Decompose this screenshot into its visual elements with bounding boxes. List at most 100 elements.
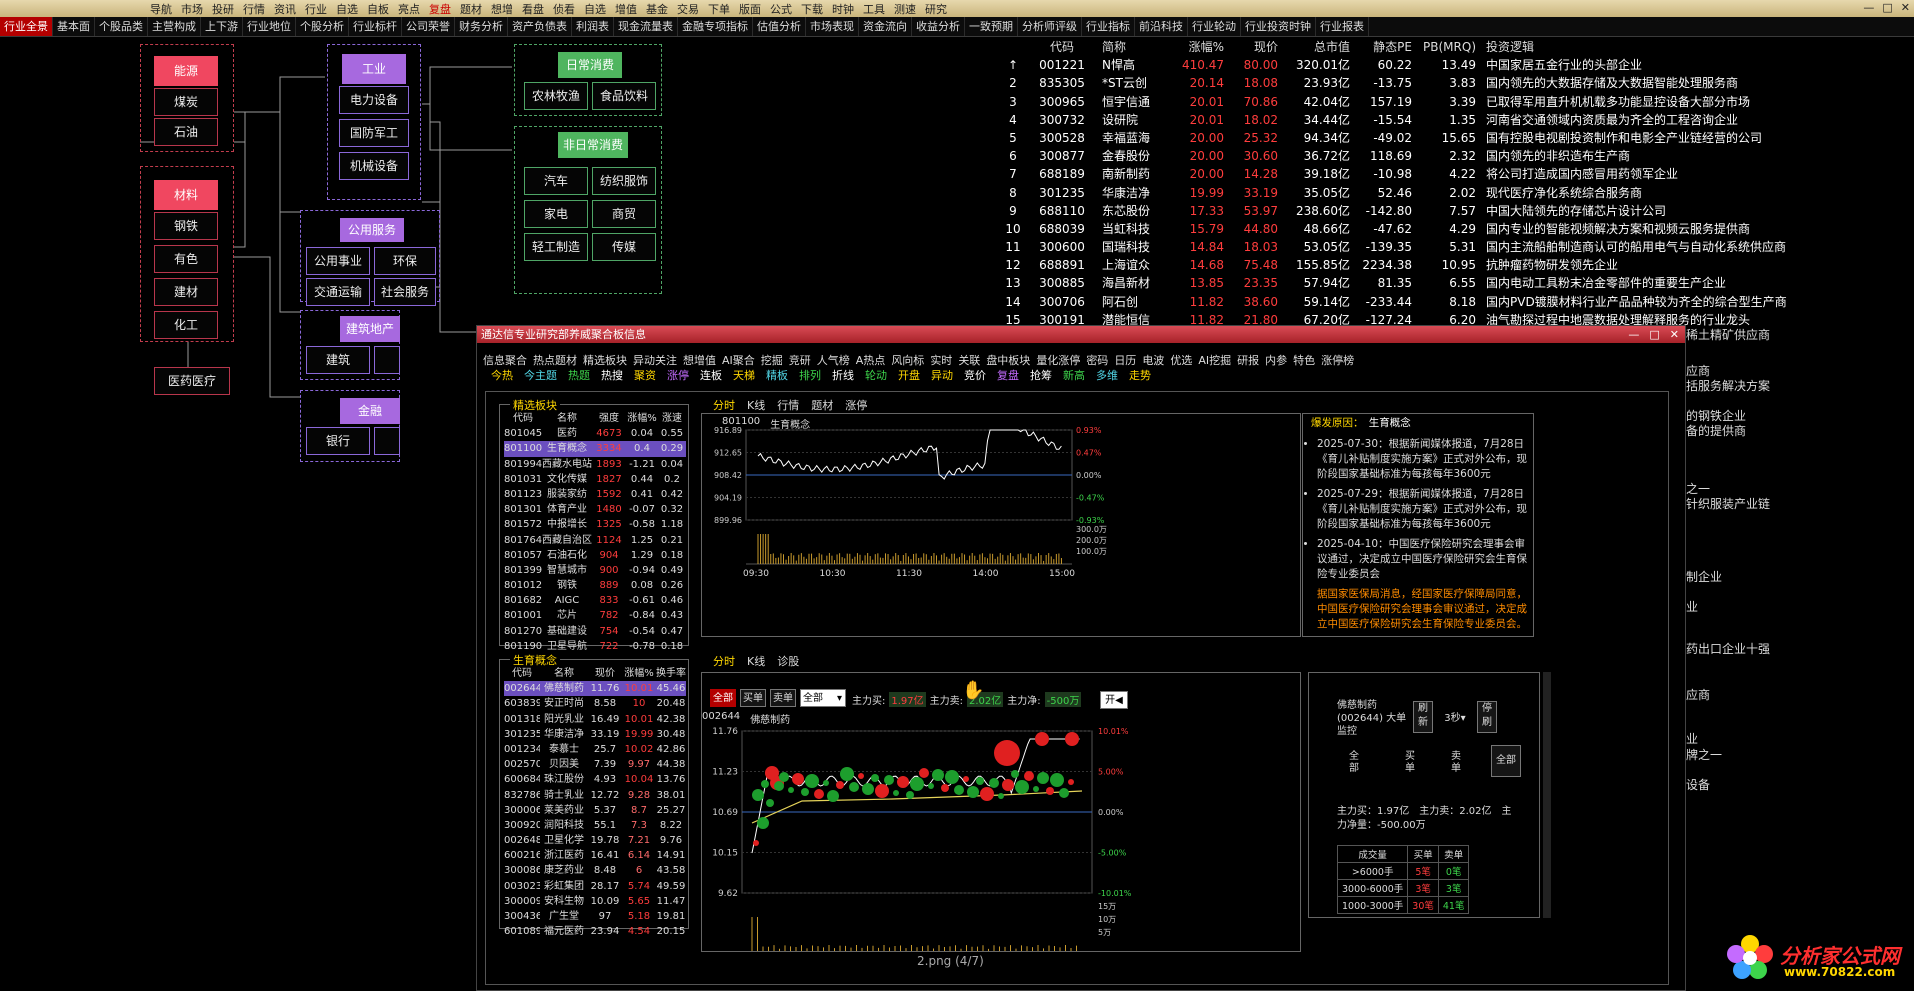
- table-row[interactable]: 9 688110 东芯股份 17.33 53.97 238.60亿 -142.80 7.57 中…: [996, 202, 1914, 220]
- sound-toggle-button[interactable]: 开◀: [1100, 691, 1128, 709]
- popup-menu-item[interactable]: 想增值: [683, 352, 716, 368]
- box-oil[interactable]: 石油: [154, 118, 218, 146]
- column-header[interactable]: 涨幅%: [622, 666, 656, 681]
- close-icon[interactable]: ✕: [1670, 326, 1679, 343]
- rank-header-cell[interactable]: 代码: [1030, 38, 1094, 56]
- popup-menu-item[interactable]: 优选: [1170, 352, 1192, 368]
- table-row[interactable]: 4 300732 设研院 20.01 18.02 34.44亿 -15.54 1.35 河南省交…: [996, 111, 1914, 129]
- popup-submenu-item[interactable]: 异动: [931, 367, 953, 383]
- box-social-service[interactable]: 社会服务: [374, 278, 436, 306]
- tabs1-item[interactable]: 分时: [713, 397, 735, 413]
- table-row[interactable]: 300436 广生堂 97 5.18 19.81: [504, 909, 686, 924]
- table-row[interactable]: 801682 AIGC 833 -0.61 0.46: [504, 593, 686, 608]
- table-row[interactable]: 600216 浙江医药 16.41 6.14 14.91: [504, 848, 686, 863]
- table-row[interactable]: 300009 安科生物 10.09 5.65 11.47: [504, 894, 686, 909]
- box-nonbank[interactable]: [374, 427, 400, 455]
- monitor-scrollbar[interactable]: [1543, 672, 1551, 918]
- close-icon[interactable]: ✕: [1901, 1, 1910, 14]
- table-row[interactable]: 801031 文化传媒 1827 0.44 0.2: [504, 472, 686, 487]
- table-row[interactable]: 14 300706 阿石创 11.82 38.60 59.14亿 -233.44 8.18 国内…: [996, 293, 1914, 311]
- box-transport[interactable]: 交通运输: [306, 278, 370, 306]
- box-construction[interactable]: 建筑: [306, 346, 370, 374]
- popup-menu-item[interactable]: 异动关注: [633, 352, 677, 368]
- refresh-button[interactable]: 刷新: [1413, 701, 1433, 733]
- box-building-materials[interactable]: 建材: [154, 278, 218, 306]
- popup-submenu-item[interactable]: 复盘: [997, 367, 1019, 383]
- popup-menu-item[interactable]: 人气榜: [817, 352, 850, 368]
- box-agriculture[interactable]: 农林牧渔: [524, 82, 588, 110]
- top-menu-item[interactable]: 自选: [584, 1, 606, 17]
- table-row[interactable]: ↑ 001221 N悍高 410.47 80.00 320.01亿 60.22 13.49 中国…: [996, 56, 1914, 74]
- nav-tab[interactable]: 现金流量表: [614, 17, 678, 36]
- table-row[interactable]: 11 300600 国瑞科技 14.84 18.03 53.05亿 -139.35 5.31 国…: [996, 238, 1914, 256]
- rank-header-cell[interactable]: 涨幅%: [1168, 38, 1224, 56]
- top-menu-item[interactable]: 看盘: [522, 1, 544, 17]
- nav-tab[interactable]: 基本面: [53, 17, 95, 36]
- table-row[interactable]: 801123 服装家纺 1592 0.41 0.42: [504, 487, 686, 502]
- popup-menu-item[interactable]: 量化涨停: [1036, 352, 1080, 368]
- nav-tab[interactable]: 估值分析: [753, 17, 806, 36]
- top-menu-item[interactable]: 工具: [863, 1, 885, 17]
- popup-menu-item[interactable]: 特色: [1293, 352, 1315, 368]
- top-menu-item[interactable]: 投研: [212, 1, 234, 17]
- popup-submenu-item[interactable]: 今主题: [524, 367, 557, 383]
- nav-tab[interactable]: 行业指标: [1082, 17, 1135, 36]
- interval-select[interactable]: 3秒▾: [1437, 709, 1473, 727]
- monitor-all-tab[interactable]: 全部: [1349, 751, 1361, 775]
- box-commerce[interactable]: 商贸: [592, 200, 656, 228]
- table-row[interactable]: 801270 基础建设 754 -0.54 0.47: [504, 624, 686, 639]
- popup-menu-item[interactable]: 密码: [1086, 352, 1108, 368]
- nav-tab[interactable]: 分析师评级: [1018, 17, 1082, 36]
- minimize-icon[interactable]: —: [1863, 1, 1874, 14]
- table-row[interactable]: 12 688891 上海谊众 14.68 75.48 155.85亿 2234.38 10.9…: [996, 256, 1914, 274]
- popup-submenu-item[interactable]: 聚资: [634, 367, 656, 383]
- top-menu-item[interactable]: 题材: [460, 1, 482, 17]
- filter-sell-button[interactable]: 卖单: [770, 689, 796, 707]
- nav-tab[interactable]: 市场表现: [806, 17, 859, 36]
- top-menu-item[interactable]: 想增: [491, 1, 513, 17]
- utility-header[interactable]: 公用服务: [340, 218, 404, 242]
- popup-menu-item[interactable]: 盘中板块: [986, 352, 1030, 368]
- box-medical[interactable]: 医药医疗: [154, 367, 230, 395]
- table-row[interactable]: 10 688039 当虹科技 15.79 44.80 48.66亿 -47.62 4.29 国内…: [996, 220, 1914, 238]
- table-row[interactable]: 801012 钢铁 889 0.08 0.26: [504, 578, 686, 593]
- popup-menu-item[interactable]: 精选板块: [583, 352, 627, 368]
- nav-tab[interactable]: 个股分析: [296, 17, 349, 36]
- rank-header-cell[interactable]: 投资逻辑: [1476, 38, 1896, 56]
- table-row[interactable]: 001234 泰慕士 25.7 10.02 42.86: [504, 742, 686, 757]
- table-row[interactable]: 801301 体育产业 1480 -0.07 0.32: [504, 502, 686, 517]
- popup-menu-item[interactable]: 研报: [1237, 352, 1259, 368]
- top-menu-item[interactable]: 市场: [181, 1, 203, 17]
- column-header[interactable]: 涨速: [658, 411, 686, 426]
- box-defense[interactable]: 国防军工: [339, 119, 409, 147]
- rank-header-cell[interactable]: PB(MRQ): [1412, 38, 1476, 56]
- nav-tab[interactable]: 主营构成: [148, 17, 201, 36]
- table-row[interactable]: 832786 骑士乳业 12.72 9.28 38.01: [504, 788, 686, 803]
- box-steel[interactable]: 钢铁: [154, 212, 218, 240]
- table-row[interactable]: 002570 贝因美 7.39 9.97 44.38: [504, 757, 686, 772]
- top-menu-item[interactable]: 时钟: [832, 1, 854, 17]
- box-food-beverage[interactable]: 食品饮料: [592, 82, 656, 110]
- top-menu-item[interactable]: 行业: [305, 1, 327, 17]
- box-environment[interactable]: 环保: [374, 247, 436, 275]
- box-nonferrous[interactable]: 有色: [154, 245, 218, 273]
- nav-tab[interactable]: 个股品类: [95, 17, 148, 36]
- popup-menu-item[interactable]: 挖掘: [761, 352, 783, 368]
- monitor-all-button[interactable]: 全部: [1491, 745, 1521, 777]
- popup-menu-item[interactable]: 日历: [1114, 352, 1136, 368]
- nav-tab[interactable]: 资金流向: [859, 17, 912, 36]
- popup-submenu-item[interactable]: 竞价: [964, 367, 986, 383]
- popup-menu-item[interactable]: AI挖掘: [1198, 352, 1231, 368]
- column-header[interactable]: 名称: [542, 411, 592, 426]
- popup-menu-item[interactable]: 竞研: [789, 352, 811, 368]
- top-menu-item[interactable]: 行情: [243, 1, 265, 17]
- table-row[interactable]: 6 300877 金春股份 20.00 30.60 36.72亿 118.69 2.32 国内领…: [996, 147, 1914, 165]
- nav-tab[interactable]: 行业投资时钟: [1241, 17, 1316, 36]
- table-row[interactable]: 601089 福元医药 23.94 4.54 20.15: [504, 924, 686, 939]
- popup-menu-item[interactable]: 内参: [1265, 352, 1287, 368]
- popup-submenu-item[interactable]: 多维: [1096, 367, 1118, 383]
- nav-tab[interactable]: 上下游: [201, 17, 243, 36]
- maximize-icon[interactable]: □: [1882, 1, 1892, 14]
- nav-tab[interactable]: 前沿科技: [1135, 17, 1188, 36]
- popup-menu-item[interactable]: 涨停榜: [1321, 352, 1354, 368]
